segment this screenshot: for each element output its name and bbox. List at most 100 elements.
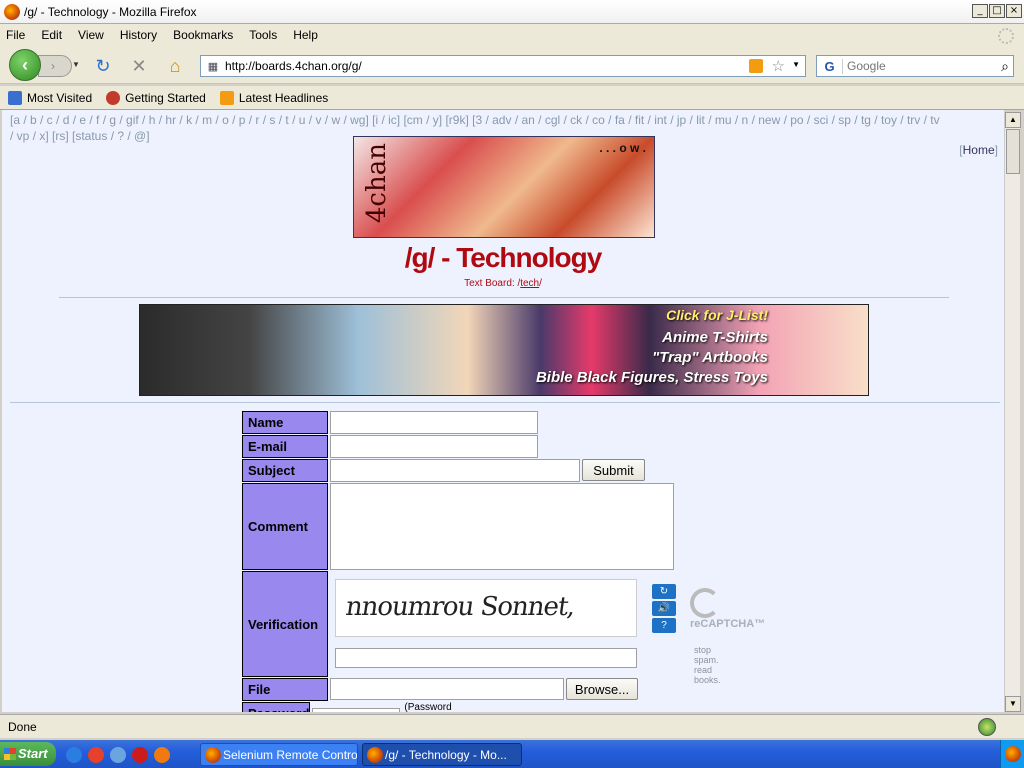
firefox-icon xyxy=(4,3,20,20)
menu-bar: File Edit View History Bookmarks Tools H… xyxy=(0,24,1024,46)
bookmarks-folder-icon xyxy=(8,90,22,105)
logo-side-text: 4chan xyxy=(362,143,392,224)
home-link-wrapper: [Home] xyxy=(959,143,998,157)
menu-edit[interactable]: Edit xyxy=(41,28,62,42)
password-label: Password xyxy=(242,702,311,712)
rss-feed-icon xyxy=(219,90,234,105)
comment-textarea[interactable] xyxy=(330,483,674,570)
minimize-button[interactable]: _ xyxy=(972,4,988,18)
back-button[interactable]: ‹ xyxy=(9,49,41,81)
name-input[interactable] xyxy=(330,411,538,434)
scrollbar-thumb[interactable] xyxy=(1006,129,1020,174)
windows-taskbar: Start Selenium Remote Control... /g/ - T… xyxy=(0,740,1024,768)
rss-icon[interactable] xyxy=(749,59,763,73)
captcha-input[interactable] xyxy=(335,648,637,668)
recaptcha-logo-text: reCAPTCHA™ xyxy=(690,618,766,630)
scroll-up-icon[interactable]: ▲ xyxy=(1005,112,1021,128)
browse-button[interactable]: Browse... xyxy=(566,678,638,700)
url-text[interactable]: http://boards.4chan.org/g/ xyxy=(225,59,362,73)
board-links-line-1[interactable]: [a / b / c / d / e / f / g / gif / h / h… xyxy=(10,112,995,128)
name-label: Name xyxy=(242,411,328,434)
board-title: /g/ - Technology xyxy=(404,242,603,273)
window-title: /g/ - Technology - Mozilla Firefox xyxy=(24,4,197,19)
quick-launch xyxy=(66,747,170,763)
google-engine-icon[interactable]: G xyxy=(817,58,843,74)
stop-icon[interactable]: ✕ xyxy=(128,55,150,77)
email-input[interactable] xyxy=(330,435,538,458)
url-dropdown-icon[interactable]: ▼ xyxy=(792,60,800,69)
scroll-down-icon[interactable]: ▼ xyxy=(1005,696,1021,712)
history-dropdown-icon[interactable]: ▼ xyxy=(72,60,80,69)
subtitle-suffix: / xyxy=(539,278,542,289)
bookmark-label: Most Visited xyxy=(27,90,93,105)
submit-button[interactable]: Submit xyxy=(582,459,645,481)
file-label: File xyxy=(242,678,328,701)
system-tray xyxy=(1000,740,1024,768)
menu-help[interactable]: Help xyxy=(293,28,318,42)
divider xyxy=(10,402,1000,403)
bookmark-most-visited[interactable]: Most Visited xyxy=(8,90,93,105)
menu-file[interactable]: File xyxy=(6,28,25,42)
bookmark-star-icon[interactable]: ☆ xyxy=(772,57,785,75)
navigation-toolbar: › ‹ ▼ ↻ ✕ ⌂ ▦ http://boards.4chan.org/g/… xyxy=(0,46,1024,84)
password-input[interactable] xyxy=(312,707,401,712)
home-link[interactable]: Home xyxy=(963,143,995,157)
start-button[interactable]: Start xyxy=(0,742,56,766)
bookmark-getting-started[interactable]: Getting Started xyxy=(106,90,206,105)
status-bar: Done xyxy=(0,714,1024,738)
chrome-icon[interactable] xyxy=(88,747,104,763)
start-label: Start xyxy=(18,746,48,761)
home-icon[interactable]: ⌂ xyxy=(164,55,186,77)
jlist-ad-banner[interactable]: Click for J-List! Anime T-Shirts "Trap" … xyxy=(139,304,869,396)
bookmark-label: Getting Started xyxy=(125,90,206,105)
bracket-close: ] xyxy=(994,143,998,157)
close-button[interactable]: × xyxy=(1006,4,1022,18)
subtitle-prefix: Text Board: / xyxy=(464,278,521,289)
banner-line-2: Anime T-Shirts xyxy=(662,329,768,346)
taskbar-item-technology[interactable]: /g/ - Technology - Mo... xyxy=(362,743,522,766)
board-logo-image[interactable]: 4chan . . . o w . xyxy=(353,136,655,238)
taskbar-item-selenium[interactable]: Selenium Remote Control... xyxy=(200,743,358,766)
reload-icon[interactable]: ↻ xyxy=(92,55,114,77)
maximize-button[interactable]: □ xyxy=(989,4,1005,18)
refresh-icon[interactable]: ↻ xyxy=(652,584,676,599)
menu-view[interactable]: View xyxy=(78,28,104,42)
ie-icon[interactable] xyxy=(66,747,82,763)
search-input[interactable] xyxy=(843,59,983,73)
logo-corner-text: . . . o w . xyxy=(599,141,646,155)
banner-line-4: Bible Black Figures, Stress Toys xyxy=(535,369,768,386)
password-note: (Password used for file deletion) xyxy=(404,702,452,712)
bookmark-label: Latest Headlines xyxy=(238,90,329,105)
firefox-tray-icon[interactable] xyxy=(1005,746,1021,762)
bookmark-latest-headlines[interactable]: Latest Headlines xyxy=(219,90,329,105)
menu-tools[interactable]: Tools xyxy=(249,28,277,42)
help-icon[interactable]: ? xyxy=(652,618,676,633)
tech-board-link[interactable]: tech xyxy=(520,278,539,289)
throbber-icon xyxy=(998,28,1014,44)
verification-label: Verification xyxy=(242,571,328,677)
recaptcha-controls: ↻ 🔊 ? xyxy=(652,584,676,633)
file-input[interactable] xyxy=(330,678,564,700)
recaptcha-logo: reCAPTCHA™ xyxy=(690,588,765,630)
extension-status-icon[interactable] xyxy=(978,718,996,736)
opera-icon[interactable] xyxy=(132,747,148,763)
site-identity-icon[interactable]: ▦ xyxy=(201,60,225,73)
subject-input[interactable] xyxy=(330,459,580,482)
url-bar[interactable]: ▦ http://boards.4chan.org/g/ ☆ ▼ xyxy=(200,55,806,77)
firefox-icon[interactable] xyxy=(154,747,170,763)
windows-logo-icon xyxy=(4,748,16,760)
audio-icon[interactable]: 🔊 xyxy=(652,601,676,616)
task-label: /g/ - Technology - Mo... xyxy=(385,748,507,762)
search-icon[interactable]: ⌕ xyxy=(1001,58,1009,75)
subject-label: Subject xyxy=(242,459,328,482)
task-label: Selenium Remote Control... xyxy=(223,748,358,762)
menu-bookmarks[interactable]: Bookmarks xyxy=(173,28,233,42)
recaptcha-arrow-icon xyxy=(690,588,720,618)
menu-history[interactable]: History xyxy=(120,28,157,42)
vertical-scrollbar[interactable]: ▲ ▼ xyxy=(1004,112,1021,712)
globe-icon[interactable] xyxy=(110,747,126,763)
forward-button[interactable]: › xyxy=(38,55,72,77)
divider xyxy=(59,297,949,298)
firefox-icon xyxy=(205,747,221,763)
search-bar: G ⌕ xyxy=(816,55,1014,77)
